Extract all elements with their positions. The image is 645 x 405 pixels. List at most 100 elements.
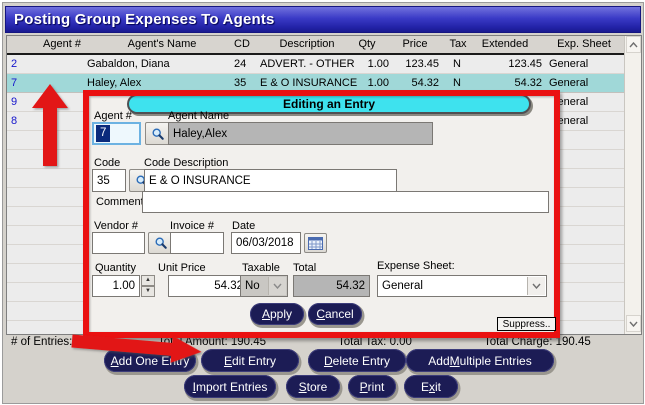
quantity-label: Quantity: [95, 262, 136, 274]
agent-search-button[interactable]: [145, 122, 170, 145]
unit-price-value: 54.32: [214, 280, 243, 292]
invoice-no-label: Invoice #: [170, 220, 215, 232]
cell-cd: 35: [234, 77, 247, 89]
code-description-field[interactable]: E & O INSURANCE: [144, 169, 397, 192]
agent-no-label: Agent #: [94, 110, 132, 122]
col-header-agent[interactable]: Agent #: [27, 38, 97, 50]
col-header-extended[interactable]: Extended: [465, 38, 545, 50]
quantity-field[interactable]: 1.00: [92, 275, 140, 297]
title-bar: Posting Group Expenses To Agents: [5, 6, 641, 33]
col-header-price[interactable]: Price: [389, 38, 441, 50]
code-description-value: E & O INSURANCE: [149, 174, 251, 187]
scroll-up-button[interactable]: [626, 36, 641, 53]
quantity-stepper[interactable]: ▲ ▼: [141, 275, 155, 297]
expense-sheet-value: General: [382, 280, 423, 292]
taxable-dropdown-arrow[interactable]: [268, 277, 286, 295]
spinner-up-icon[interactable]: ▲: [141, 275, 155, 286]
cell-agent: 2: [11, 58, 18, 70]
cell-price: 54.32: [411, 77, 439, 89]
calendar-button[interactable]: [304, 233, 327, 253]
table-row[interactable]: 2 Gabaldon, Diana 24 ADVERT. - OTHER 1.0…: [7, 55, 624, 74]
add-one-entry-button[interactable]: Add One Entry: [104, 349, 196, 372]
cell-sheet: General: [549, 115, 589, 127]
col-header-name[interactable]: Agent's Name: [102, 38, 222, 50]
total-value: 54.32: [336, 280, 365, 292]
entries-count: # of Entries: 4: [11, 336, 82, 348]
code-label: Code: [94, 157, 121, 169]
col-header-cd[interactable]: CD: [222, 38, 262, 50]
code-field[interactable]: 35: [92, 169, 126, 192]
window-title: Posting Group Expenses To Agents: [14, 11, 275, 28]
cell-price: 123.45: [405, 58, 439, 70]
vendor-no-label: Vendor #: [94, 220, 139, 232]
print-button[interactable]: Print: [348, 375, 396, 398]
taxable-dropdown[interactable]: No: [240, 275, 288, 297]
unit-price-label: Unit Price: [158, 262, 206, 274]
col-header-expsheet[interactable]: Exp. Sheet: [549, 38, 619, 50]
agent-name-label: Agent Name: [168, 110, 230, 122]
scroll-down-button[interactable]: [626, 315, 641, 332]
chevron-down-icon: [532, 283, 541, 289]
cell-agent: 7: [11, 77, 18, 89]
expense-sheet-dropdown[interactable]: General: [377, 275, 547, 297]
cell-extended: 54.32: [514, 77, 542, 89]
store-button[interactable]: Store: [286, 375, 340, 398]
taxable-value: No: [245, 280, 260, 292]
expense-sheet-label: Expense Sheet:: [377, 260, 455, 272]
col-header-qty[interactable]: Qty: [342, 38, 392, 50]
down-chevron-icon: [629, 321, 638, 327]
unit-price-field[interactable]: 54.32: [168, 275, 248, 297]
cell-name: Gabaldon, Diana: [87, 58, 170, 70]
quantity-value: 1.00: [112, 280, 135, 292]
cell-sheet: General: [549, 77, 589, 89]
cell-sheet: General: [549, 58, 589, 70]
code-description-label: Code Description: [144, 157, 229, 169]
apply-button[interactable]: Apply: [250, 303, 304, 325]
cancel-button[interactable]: Cancel: [308, 303, 362, 325]
table-row-selected[interactable]: 7 Haley, Alex 35 E & O INSURANCE 1.00 54…: [7, 74, 624, 93]
grid-header-row: Agent # Agent's Name CD Description Qty …: [7, 36, 624, 55]
total-charge: Total Charge: 190.45: [484, 336, 591, 348]
up-chevron-icon: [629, 41, 638, 47]
agent-name-value: Haley,Alex: [173, 127, 228, 140]
vertical-scrollbar[interactable]: [624, 36, 641, 334]
comment-label: Comment:: [96, 196, 147, 208]
spinner-down-icon[interactable]: ▼: [141, 286, 155, 297]
add-multiple-entries-button[interactable]: Add Multiple Entries: [406, 349, 554, 372]
total-tax: Total Tax: 0.00: [338, 336, 412, 348]
cell-agent: 9: [11, 96, 18, 108]
date-label: Date: [232, 220, 256, 232]
cell-agent: 8: [11, 115, 18, 127]
agent-name-field: Haley,Alex: [168, 122, 433, 145]
agent-no-value: 7: [96, 125, 111, 142]
chevron-down-icon: [273, 283, 282, 289]
edit-entry-button[interactable]: Edit Entry: [201, 349, 299, 372]
comment-field[interactable]: [142, 191, 549, 213]
cell-name: Haley, Alex: [87, 77, 142, 89]
cell-qty: 1.00: [367, 58, 389, 70]
total-label: Total: [293, 262, 317, 274]
code-value: 35: [97, 174, 110, 187]
expense-sheet-dropdown-arrow[interactable]: [527, 277, 545, 295]
date-field[interactable]: 06/03/2018: [231, 232, 301, 254]
exit-button[interactable]: Ex it: [404, 375, 458, 398]
delete-entry-button[interactable]: Delete Entry: [308, 349, 406, 372]
import-entries-button[interactable]: Import Entries: [184, 375, 276, 398]
suppress-label: Suppress..: [502, 318, 551, 330]
calendar-icon: [308, 236, 323, 250]
cell-extended: 123.45: [508, 58, 542, 70]
total-field: 54.32: [293, 275, 370, 297]
search-icon: [151, 127, 164, 140]
taxable-label: Taxable: [242, 262, 280, 274]
date-value: 06/03/2018: [236, 237, 294, 249]
cell-cd: 24: [234, 58, 247, 70]
suppress-button[interactable]: Suppress..: [497, 317, 556, 331]
cell-qty: 1.00: [367, 77, 389, 89]
vendor-no-field[interactable]: [92, 232, 145, 254]
col-header-desc[interactable]: Description: [262, 38, 352, 50]
invoice-no-field[interactable]: [170, 232, 224, 254]
agent-no-field[interactable]: 7: [92, 122, 141, 145]
cell-sheet: General: [549, 96, 589, 108]
total-amount: Total Amount: 190.45: [158, 336, 267, 348]
editing-entry-dialog: Editing an Entry Agent # Agent Name 7 Ha…: [89, 94, 554, 332]
